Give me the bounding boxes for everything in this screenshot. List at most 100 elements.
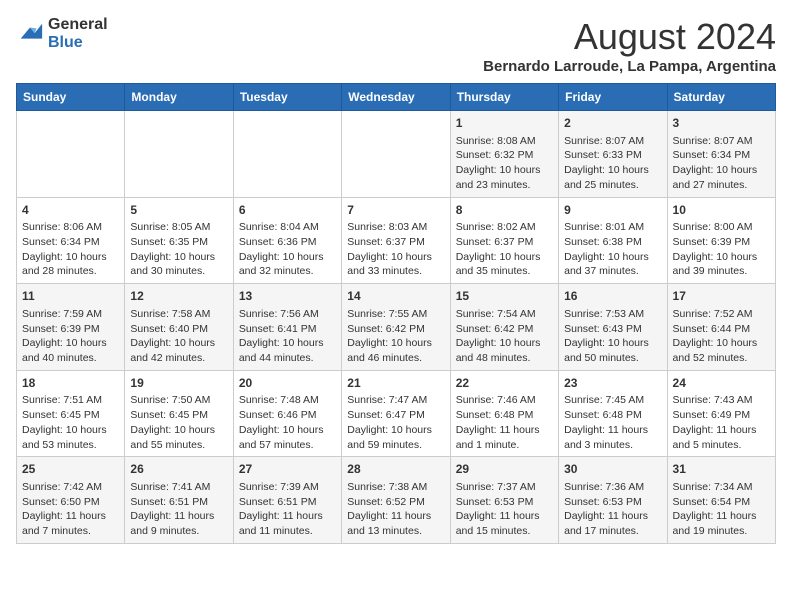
month-title: August 2024 — [483, 16, 776, 58]
day-info: Sunrise: 7:48 AM Sunset: 6:46 PM Dayligh… — [239, 393, 336, 452]
page-header: General Blue August 2024 Bernardo Larrou… — [16, 16, 776, 75]
calendar-cell: 22Sunrise: 7:46 AM Sunset: 6:48 PM Dayli… — [450, 370, 558, 457]
week-row-5: 25Sunrise: 7:42 AM Sunset: 6:50 PM Dayli… — [17, 457, 776, 544]
day-info: Sunrise: 8:03 AM Sunset: 6:37 PM Dayligh… — [347, 220, 444, 279]
title-block: August 2024 Bernardo Larroude, La Pampa,… — [483, 16, 776, 75]
location-subtitle: Bernardo Larroude, La Pampa, Argentina — [483, 58, 776, 75]
day-number: 18 — [22, 375, 119, 392]
calendar-cell: 21Sunrise: 7:47 AM Sunset: 6:47 PM Dayli… — [342, 370, 450, 457]
calendar-table: SundayMondayTuesdayWednesdayThursdayFrid… — [16, 83, 776, 544]
day-number: 24 — [673, 375, 770, 392]
logo-icon — [16, 20, 44, 48]
day-number: 22 — [456, 375, 553, 392]
day-info: Sunrise: 7:38 AM Sunset: 6:52 PM Dayligh… — [347, 480, 444, 539]
day-info: Sunrise: 8:07 AM Sunset: 6:34 PM Dayligh… — [673, 134, 770, 193]
calendar-cell: 3 Sunrise: 8:07 AM Sunset: 6:34 PM Daylig… — [667, 111, 775, 198]
calendar-cell: 30 Sunrise: 7:36 AM Sunset: 6:53 PM Dayli… — [559, 457, 667, 544]
weekday-header-tuesday: Tuesday — [233, 84, 341, 111]
calendar-cell: 24Sunrise: 7:43 AM Sunset: 6:49 PM Dayli… — [667, 370, 775, 457]
day-info: Sunrise: 8:01 AM Sunset: 6:38 PM Dayligh… — [564, 220, 661, 279]
day-number: 7 — [347, 202, 444, 219]
calendar-cell: 9Sunrise: 8:01 AM Sunset: 6:38 PM Daylig… — [559, 197, 667, 284]
day-info: Sunrise: 8:06 AM Sunset: 6:34 PM Dayligh… — [22, 220, 119, 279]
weekday-header-wednesday: Wednesday — [342, 84, 450, 111]
calendar-cell: 7Sunrise: 8:03 AM Sunset: 6:37 PM Daylig… — [342, 197, 450, 284]
calendar-cell: 4Sunrise: 8:06 AM Sunset: 6:34 PM Daylig… — [17, 197, 125, 284]
day-number: 16 — [564, 288, 661, 305]
day-number: 15 — [456, 288, 553, 305]
day-number: 1 — [456, 115, 553, 132]
calendar-cell: 8Sunrise: 8:02 AM Sunset: 6:37 PM Daylig… — [450, 197, 558, 284]
calendar-cell: 18Sunrise: 7:51 AM Sunset: 6:45 PM Dayli… — [17, 370, 125, 457]
day-info: Sunrise: 7:55 AM Sunset: 6:42 PM Dayligh… — [347, 307, 444, 366]
calendar-cell: 20Sunrise: 7:48 AM Sunset: 6:46 PM Dayli… — [233, 370, 341, 457]
day-info: Sunrise: 7:53 AM Sunset: 6:43 PM Dayligh… — [564, 307, 661, 366]
calendar-cell: 2Sunrise: 8:07 AM Sunset: 6:33 PM Daylig… — [559, 111, 667, 198]
day-info: Sunrise: 8:00 AM Sunset: 6:39 PM Dayligh… — [673, 220, 770, 279]
weekday-header-saturday: Saturday — [667, 84, 775, 111]
day-number: 4 — [22, 202, 119, 219]
weekday-header-sunday: Sunday — [17, 84, 125, 111]
calendar-cell: 1 Sunrise: 8:08 AM Sunset: 6:32 PM Daylig… — [450, 111, 558, 198]
calendar-cell: 10Sunrise: 8:00 AM Sunset: 6:39 PM Dayli… — [667, 197, 775, 284]
day-info: Sunrise: 7:47 AM Sunset: 6:47 PM Dayligh… — [347, 393, 444, 452]
calendar-cell: 23Sunrise: 7:45 AM Sunset: 6:48 PM Dayli… — [559, 370, 667, 457]
day-number: 3 — [673, 115, 770, 132]
day-info: Sunrise: 8:05 AM Sunset: 6:35 PM Dayligh… — [130, 220, 227, 279]
week-row-2: 4Sunrise: 8:06 AM Sunset: 6:34 PM Daylig… — [17, 197, 776, 284]
day-info: Sunrise: 7:46 AM Sunset: 6:48 PM Dayligh… — [456, 393, 553, 452]
day-number: 13 — [239, 288, 336, 305]
day-info: Sunrise: 7:41 AM Sunset: 6:51 PM Dayligh… — [130, 480, 227, 539]
day-info: Sunrise: 7:54 AM Sunset: 6:42 PM Dayligh… — [456, 307, 553, 366]
day-info: Sunrise: 8:07 AM Sunset: 6:33 PM Dayligh… — [564, 134, 661, 193]
week-row-1: 1 Sunrise: 8:08 AM Sunset: 6:32 PM Daylig… — [17, 111, 776, 198]
day-number: 25 — [22, 461, 119, 478]
day-info: Sunrise: 7:58 AM Sunset: 6:40 PM Dayligh… — [130, 307, 227, 366]
day-number: 8 — [456, 202, 553, 219]
day-number: 19 — [130, 375, 227, 392]
logo-line1: General — [48, 16, 108, 34]
calendar-cell: 27Sunrise: 7:39 AM Sunset: 6:51 PM Dayli… — [233, 457, 341, 544]
day-number: 6 — [239, 202, 336, 219]
day-number: 12 — [130, 288, 227, 305]
calendar-cell: 6Sunrise: 8:04 AM Sunset: 6:36 PM Daylig… — [233, 197, 341, 284]
day-number: 28 — [347, 461, 444, 478]
calendar-cell: 11Sunrise: 7:59 AM Sunset: 6:39 PM Dayli… — [17, 284, 125, 371]
day-number: 26 — [130, 461, 227, 478]
calendar-cell: 19Sunrise: 7:50 AM Sunset: 6:45 PM Dayli… — [125, 370, 233, 457]
weekday-header-thursday: Thursday — [450, 84, 558, 111]
calendar-cell — [17, 111, 125, 198]
calendar-cell: 28 Sunrise: 7:38 AM Sunset: 6:52 PM Dayli… — [342, 457, 450, 544]
day-number: 30 — [564, 461, 661, 478]
calendar-cell: 13 Sunrise: 7:56 AM Sunset: 6:41 PM Dayli… — [233, 284, 341, 371]
calendar-cell: 17 Sunrise: 7:52 AM Sunset: 6:44 PM Dayli… — [667, 284, 775, 371]
day-number: 5 — [130, 202, 227, 219]
day-info: Sunrise: 7:56 AM Sunset: 6:41 PM Dayligh… — [239, 307, 336, 366]
day-info: Sunrise: 8:04 AM Sunset: 6:36 PM Dayligh… — [239, 220, 336, 279]
calendar-cell: 29Sunrise: 7:37 AM Sunset: 6:53 PM Dayli… — [450, 457, 558, 544]
logo: General Blue — [16, 16, 108, 53]
day-number: 17 — [673, 288, 770, 305]
weekday-header-friday: Friday — [559, 84, 667, 111]
calendar-cell: 25Sunrise: 7:42 AM Sunset: 6:50 PM Dayli… — [17, 457, 125, 544]
week-row-4: 18Sunrise: 7:51 AM Sunset: 6:45 PM Dayli… — [17, 370, 776, 457]
day-number: 21 — [347, 375, 444, 392]
calendar-cell — [125, 111, 233, 198]
calendar-cell: 14Sunrise: 7:55 AM Sunset: 6:42 PM Dayli… — [342, 284, 450, 371]
day-number: 29 — [456, 461, 553, 478]
calendar-cell: 12 Sunrise: 7:58 AM Sunset: 6:40 PM Dayli… — [125, 284, 233, 371]
day-info: Sunrise: 7:52 AM Sunset: 6:44 PM Dayligh… — [673, 307, 770, 366]
day-info: Sunrise: 8:02 AM Sunset: 6:37 PM Dayligh… — [456, 220, 553, 279]
day-info: Sunrise: 8:08 AM Sunset: 6:32 PM Dayligh… — [456, 134, 553, 193]
calendar-body: 1 Sunrise: 8:08 AM Sunset: 6:32 PM Daylig… — [17, 111, 776, 544]
weekday-header-row: SundayMondayTuesdayWednesdayThursdayFrid… — [17, 84, 776, 111]
day-info: Sunrise: 7:59 AM Sunset: 6:39 PM Dayligh… — [22, 307, 119, 366]
weekday-header-monday: Monday — [125, 84, 233, 111]
calendar-cell: 5Sunrise: 8:05 AM Sunset: 6:35 PM Daylig… — [125, 197, 233, 284]
calendar-cell: 15 Sunrise: 7:54 AM Sunset: 6:42 PM Dayli… — [450, 284, 558, 371]
calendar-cell: 16 Sunrise: 7:53 AM Sunset: 6:43 PM Dayli… — [559, 284, 667, 371]
day-number: 31 — [673, 461, 770, 478]
day-info: Sunrise: 7:39 AM Sunset: 6:51 PM Dayligh… — [239, 480, 336, 539]
day-number: 9 — [564, 202, 661, 219]
day-info: Sunrise: 7:36 AM Sunset: 6:53 PM Dayligh… — [564, 480, 661, 539]
